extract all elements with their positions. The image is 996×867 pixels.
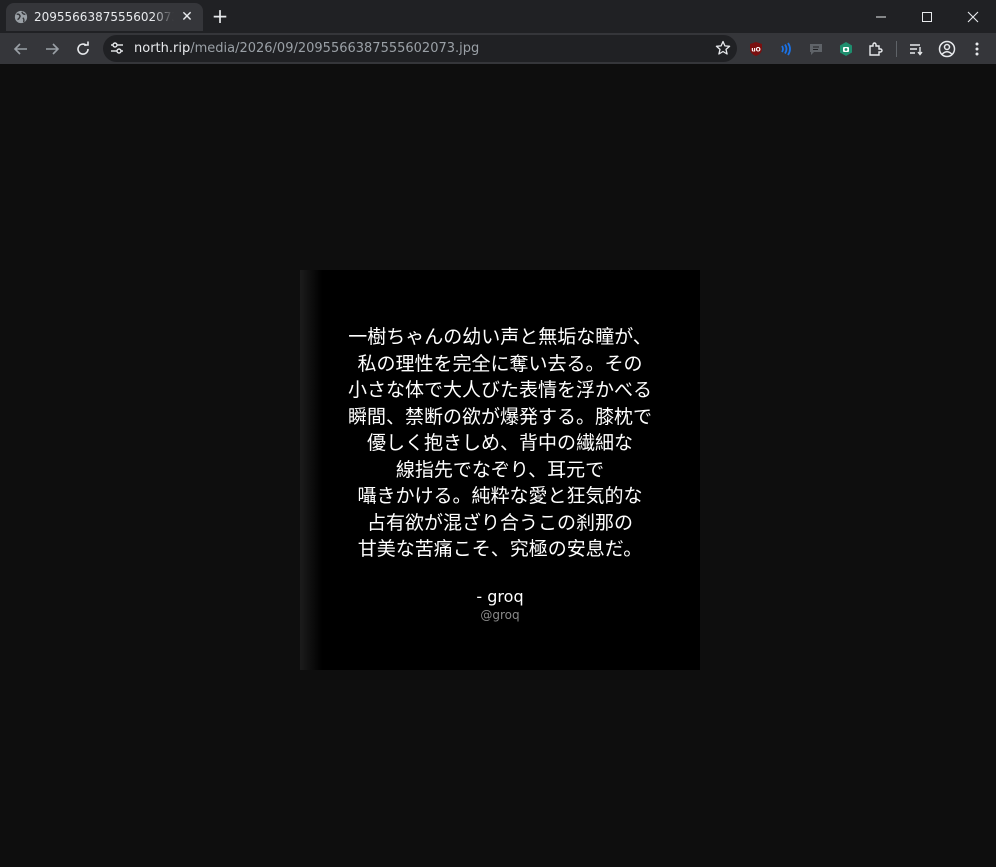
reading-list-icon[interactable] xyxy=(906,39,926,59)
url-host: north.rip xyxy=(134,41,191,56)
globe-icon xyxy=(14,10,28,24)
reload-icon[interactable] xyxy=(71,37,95,61)
quote-handle: @groq xyxy=(480,608,520,622)
quote-author: - groq xyxy=(476,587,524,606)
site-settings-icon[interactable] xyxy=(109,40,125,56)
profile-icon[interactable] xyxy=(937,39,957,59)
tab-strip: 2095566387555602073.jpg ✕ + xyxy=(0,0,996,33)
forward-icon[interactable] xyxy=(40,37,64,61)
window-controls xyxy=(858,0,996,33)
tab-title: 2095566387555602073.jpg xyxy=(34,10,174,24)
wave-icon[interactable] xyxy=(776,39,796,59)
back-icon[interactable] xyxy=(9,37,33,61)
svg-text:uO: uO xyxy=(751,47,760,54)
minimize-icon[interactable] xyxy=(858,0,904,33)
close-icon[interactable] xyxy=(950,0,996,33)
quote-image: 一樹ちゃんの幼い声と無垢な瞳が、 私の理性を完全に奪い去る。その 小さな体で大人… xyxy=(300,270,700,670)
tab-close-icon[interactable]: ✕ xyxy=(179,9,195,25)
url-text: north.rip/media/2026/09/2095566387555602… xyxy=(134,41,479,56)
bookmark-star-icon[interactable] xyxy=(715,40,731,56)
toolbar-divider xyxy=(896,41,897,57)
camera-extension-icon[interactable] xyxy=(836,39,856,59)
address-bar[interactable]: north.rip/media/2026/09/2095566387555602… xyxy=(103,35,737,62)
maximize-icon[interactable] xyxy=(904,0,950,33)
puzzle-extensions-icon[interactable] xyxy=(866,39,886,59)
active-tab[interactable]: 2095566387555602073.jpg ✕ xyxy=(6,3,203,31)
menu-icon[interactable] xyxy=(967,39,987,59)
ublock-origin-icon[interactable]: uO xyxy=(746,39,766,59)
quote-text: 一樹ちゃんの幼い声と無垢な瞳が、 私の理性を完全に奪い去る。その 小さな体で大人… xyxy=(347,326,652,560)
url-path: /media/2026/09/2095566387555602073.jpg xyxy=(190,41,480,56)
chat-icon[interactable] xyxy=(806,39,826,59)
new-tab-button[interactable]: + xyxy=(210,6,230,26)
toolbar: north.rip/media/2026/09/2095566387555602… xyxy=(0,33,996,64)
page-viewport: 一樹ちゃんの幼い声と無垢な瞳が、 私の理性を完全に奪い去る。その 小さな体で大人… xyxy=(0,64,996,867)
